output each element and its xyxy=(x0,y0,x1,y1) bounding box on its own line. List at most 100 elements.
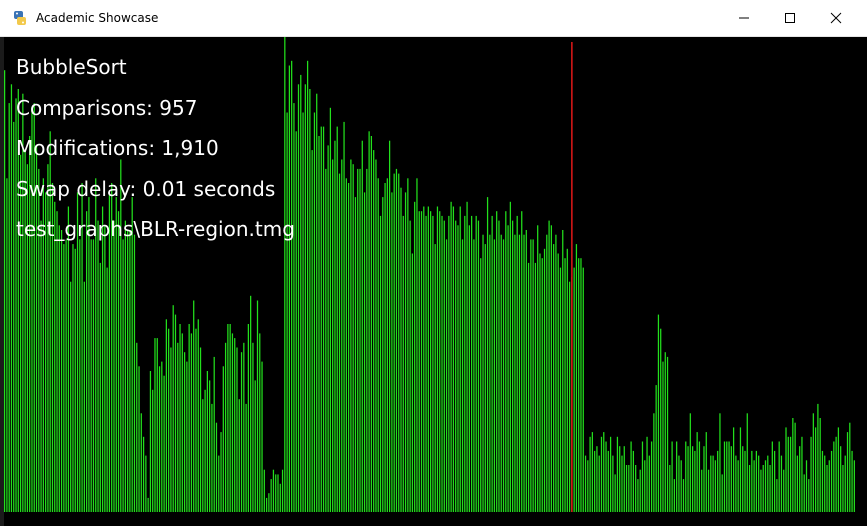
bar xyxy=(553,244,555,512)
bar xyxy=(441,215,443,512)
bar xyxy=(493,239,496,512)
bar xyxy=(90,239,92,512)
bar xyxy=(785,427,787,512)
bar xyxy=(589,436,591,512)
bar xyxy=(13,121,15,513)
bar xyxy=(275,474,277,512)
bar xyxy=(318,136,320,512)
bar xyxy=(505,211,507,512)
bar xyxy=(512,220,514,512)
bar xyxy=(760,469,762,512)
maximize-icon xyxy=(785,13,795,23)
bar xyxy=(133,234,136,512)
title-bar[interactable]: Academic Showcase xyxy=(0,0,867,37)
bar xyxy=(188,324,190,512)
bar xyxy=(79,239,81,512)
bar xyxy=(10,84,13,513)
bar xyxy=(302,112,304,512)
bar xyxy=(129,230,131,512)
bar xyxy=(261,361,263,512)
bar xyxy=(621,455,623,512)
bar xyxy=(414,201,416,513)
bar xyxy=(436,206,439,512)
bar xyxy=(154,338,156,512)
bar xyxy=(732,427,735,512)
bar xyxy=(193,300,195,512)
bar xyxy=(124,220,126,512)
bar xyxy=(840,446,842,512)
bar xyxy=(270,479,272,512)
minimize-button[interactable] xyxy=(721,0,767,36)
bar xyxy=(170,347,172,512)
minimize-icon xyxy=(739,17,749,19)
bar xyxy=(837,427,840,512)
bar xyxy=(698,441,701,512)
bar xyxy=(653,413,655,512)
bar xyxy=(229,324,231,512)
bar xyxy=(853,460,855,512)
bar xyxy=(195,328,197,512)
bar xyxy=(523,234,525,512)
bar xyxy=(646,436,648,512)
bar xyxy=(227,324,229,512)
bar xyxy=(598,455,600,512)
bar xyxy=(213,356,215,512)
bar xyxy=(464,215,466,512)
bar xyxy=(186,361,188,512)
bar xyxy=(701,469,703,512)
bar xyxy=(584,455,587,512)
bar xyxy=(40,220,42,512)
bar xyxy=(350,159,352,512)
bar xyxy=(375,159,377,512)
bar xyxy=(72,244,74,512)
bar xyxy=(247,324,249,512)
bar xyxy=(211,403,213,512)
bar xyxy=(142,436,145,512)
bar xyxy=(439,211,441,512)
maximize-button[interactable] xyxy=(767,0,813,36)
bar xyxy=(696,432,698,512)
bar xyxy=(844,455,846,512)
bar xyxy=(147,497,149,512)
bar xyxy=(407,178,409,513)
algorithm-name: BubbleSort xyxy=(16,55,127,79)
bar xyxy=(209,380,211,512)
close-button[interactable] xyxy=(813,0,859,36)
bar xyxy=(215,422,218,512)
bar xyxy=(434,244,436,512)
bar xyxy=(311,150,313,512)
bar xyxy=(101,206,104,512)
bar xyxy=(127,230,129,512)
bar xyxy=(313,112,316,512)
bar xyxy=(161,361,163,512)
bar xyxy=(140,413,142,512)
bar xyxy=(156,338,158,512)
bar xyxy=(238,399,240,512)
bar xyxy=(99,262,101,512)
bar xyxy=(279,483,281,512)
bar xyxy=(562,230,564,512)
bar xyxy=(805,460,808,512)
bar xyxy=(445,239,448,512)
bar xyxy=(484,244,486,512)
bar xyxy=(509,201,511,513)
highlight-bar xyxy=(571,42,573,512)
bar xyxy=(152,389,154,512)
bar xyxy=(368,131,370,513)
bar xyxy=(842,465,844,512)
bar xyxy=(600,436,603,512)
bar xyxy=(245,403,247,512)
bar xyxy=(265,497,268,512)
bar xyxy=(742,446,744,512)
bar xyxy=(719,413,721,512)
bar xyxy=(309,89,311,512)
bar xyxy=(425,215,427,512)
bar xyxy=(671,441,673,512)
comparisons-count: Comparisons: 957 xyxy=(16,95,198,120)
bar xyxy=(691,446,694,512)
bar xyxy=(489,234,491,512)
bar xyxy=(86,211,88,512)
bar xyxy=(163,375,165,512)
bar xyxy=(632,450,634,512)
bar xyxy=(256,300,259,512)
